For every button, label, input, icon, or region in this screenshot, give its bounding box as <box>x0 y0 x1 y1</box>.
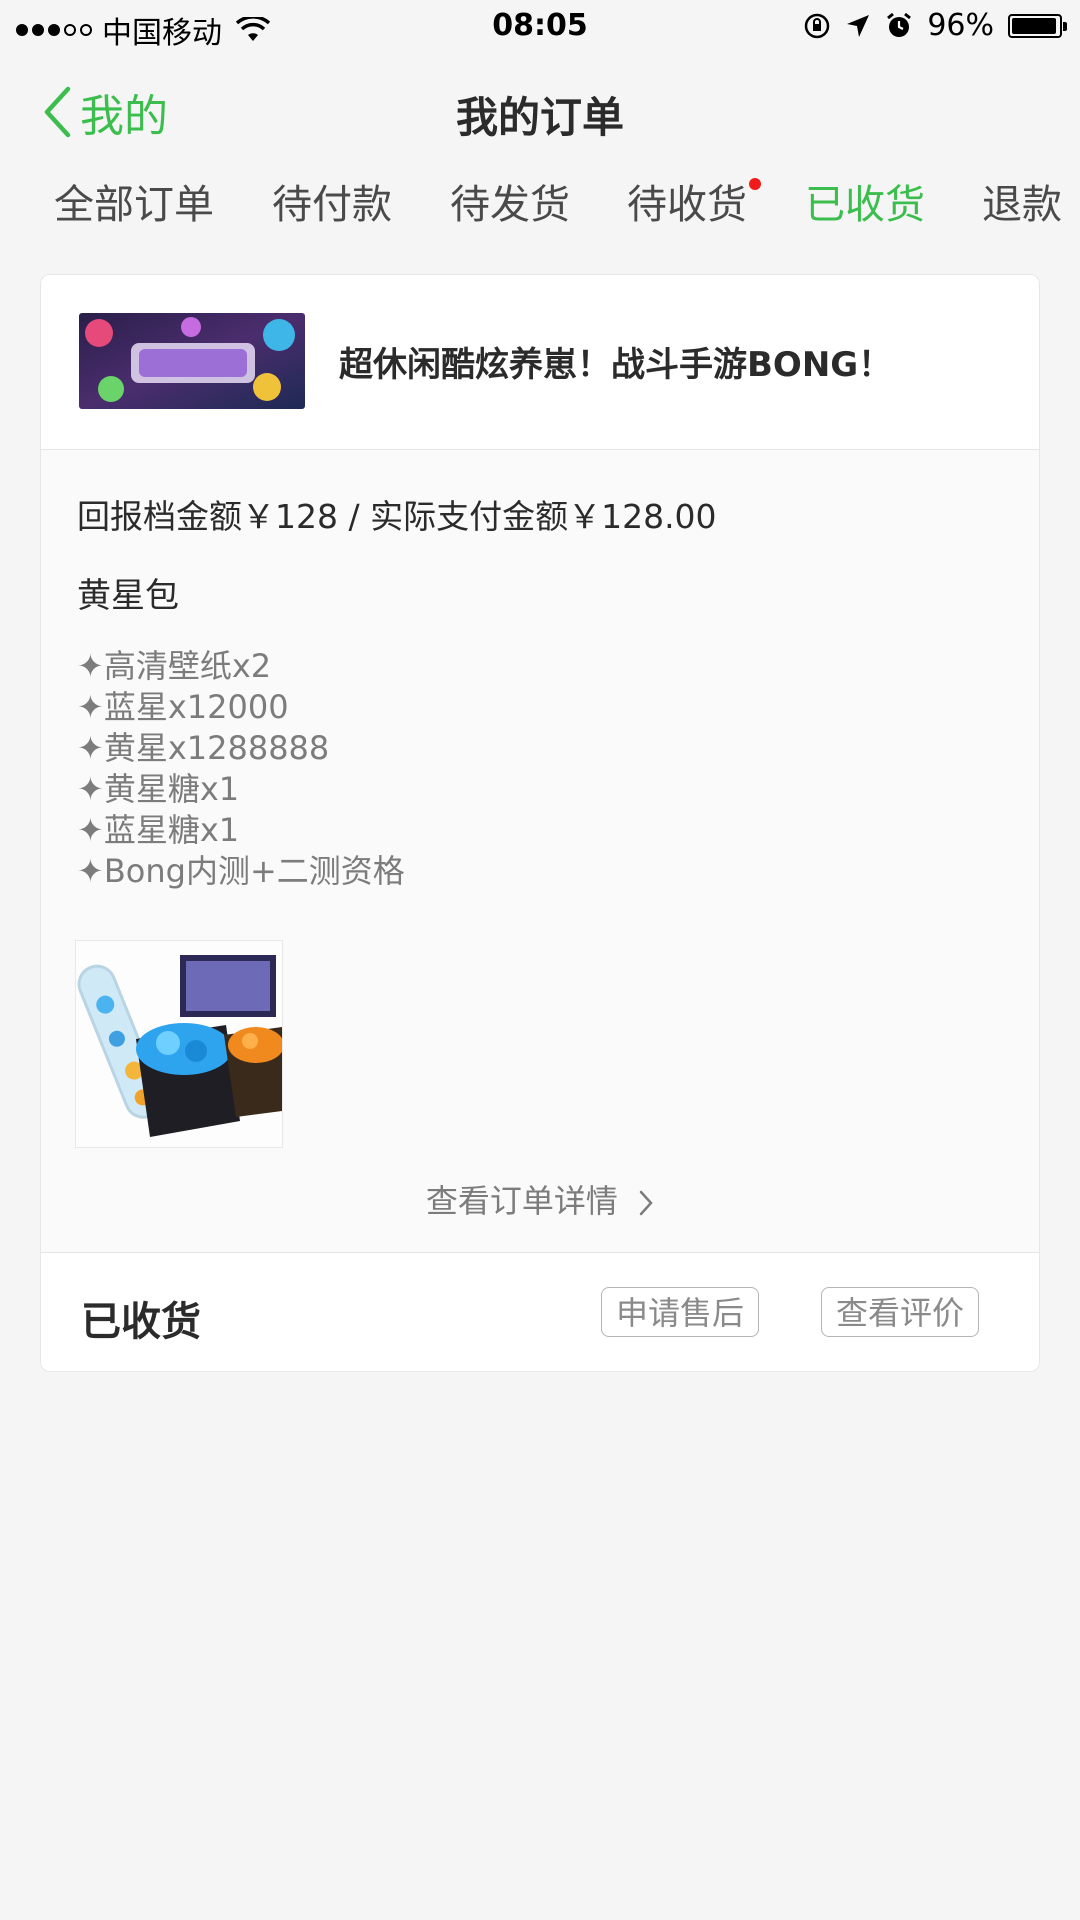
list-item: ✦Bong内测+二测资格 <box>77 852 405 890</box>
location-arrow-icon <box>847 14 870 37</box>
view-order-details-link[interactable]: 查看订单详情 <box>41 1176 1039 1222</box>
order-status: 已收货 <box>81 1299 201 1345</box>
chevron-right-icon <box>639 1190 653 1216</box>
tab-pending-payment[interactable]: 待付款 <box>272 172 392 230</box>
list-item: ✦高清壁纸x2 <box>77 647 272 685</box>
rotation-lock-icon <box>805 13 830 38</box>
notification-dot <box>749 178 761 190</box>
list-item: ✦黄星x1288888 <box>77 729 330 767</box>
battery-icon <box>1008 13 1067 38</box>
order-body: 回报档金额￥128 / 实际支付金额￥128.00 黄星包 ✦高清壁纸x2 ✦蓝… <box>41 450 1039 1256</box>
order-header[interactable]: 超休闲酷炫养崽！战斗手游BONG！ <box>41 275 1039 450</box>
order-footer: 已收货 申请售后 查看评价 <box>41 1252 1039 1371</box>
list-item: ✦蓝星x12000 <box>77 688 289 726</box>
game-banner-image <box>79 313 305 409</box>
view-review-button[interactable]: 查看评价 <box>821 1287 980 1337</box>
order-tabs: 全部订单 待付款 待发货 待收货 已收货 退款 <box>0 160 1080 240</box>
game-title: 超休闲酷炫养崽！战斗手游BONG！ <box>339 345 893 385</box>
pack-items: ✦高清壁纸x2 ✦蓝星x12000 ✦黄星x1288888 ✦黄星糖x1 ✦蓝星… <box>77 646 405 892</box>
tab-pending-receipt[interactable]: 待收货 <box>627 172 761 230</box>
alarm-icon <box>887 12 912 37</box>
tab-refund[interactable]: 退款 <box>982 172 1062 230</box>
tab-pending-shipment[interactable]: 待发货 <box>450 172 570 230</box>
page-title: 我的订单 <box>455 93 624 142</box>
tab-label: 待收货 <box>627 182 747 228</box>
pack-name: 黄星包 <box>77 576 179 616</box>
list-item: ✦黄星糖x1 <box>77 770 240 808</box>
order-amount: 回报档金额￥128 / 实际支付金额￥128.00 <box>77 497 717 536</box>
tab-all-orders[interactable]: 全部订单 <box>54 172 214 230</box>
pack-image[interactable] <box>75 940 283 1148</box>
navigation-bar: 我的 我的订单 <box>0 60 1080 160</box>
battery-percent: 96% <box>927 8 994 43</box>
tab-received[interactable]: 已收货 <box>805 172 925 230</box>
request-after-sale-button[interactable]: 申请售后 <box>601 1287 760 1337</box>
status-bar: 中国移动 08:05 96% <box>0 0 1080 54</box>
detail-link-label: 查看订单详情 <box>425 1182 618 1220</box>
list-item: ✦蓝星糖x1 <box>77 811 240 849</box>
order-card: 超休闲酷炫养崽！战斗手游BONG！ 回报档金额￥128 / 实际支付金额￥128… <box>40 274 1040 1372</box>
